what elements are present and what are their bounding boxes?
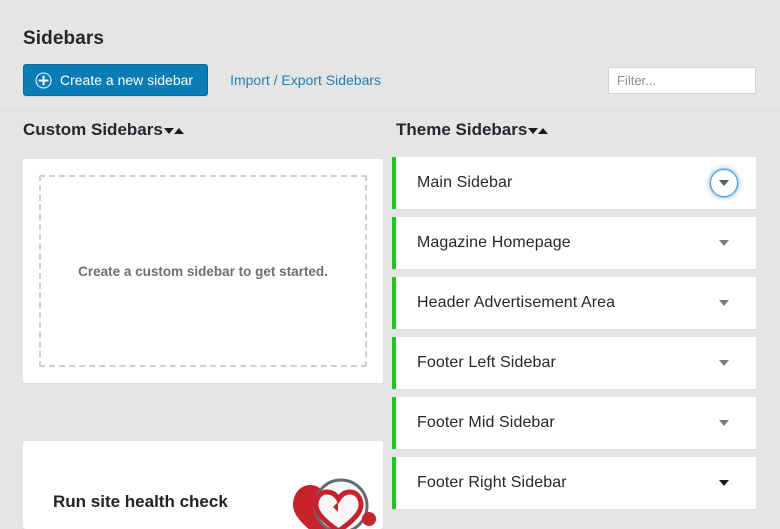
theme-sidebar-row[interactable]: Main Sidebar [392,157,756,209]
site-health-card[interactable]: Run site health check [23,441,383,529]
triangle-up-icon [173,128,184,134]
theme-sidebar-row[interactable]: Header Advertisement Area [392,277,756,329]
page-title: Sidebars [23,28,105,49]
theme-sidebar-row-label: Footer Right Sidebar [417,474,567,491]
create-new-sidebar-button[interactable]: Create a new sidebar [23,64,209,96]
theme-sidebar-row[interactable]: Footer Right Sidebar [392,457,756,509]
theme-sidebar-row-label: Header Advertisement Area [417,294,616,311]
theme-sidebar-row-label: Footer Left Sidebar [417,354,556,371]
import-export-sidebars-link[interactable]: Import / Export Sidebars [230,72,381,88]
custom-sidebar-dropzone[interactable]: Create a custom sidebar to get started. [39,175,367,367]
theme-sidebar-row-label: Magazine Homepage [417,234,571,251]
custom-sidebars-sort-control[interactable] [163,128,184,134]
theme-sidebar-row-label: Footer Mid Sidebar [417,414,555,431]
chevron-down-icon[interactable] [710,289,738,317]
custom-sidebar-empty-message: Create a custom sidebar to get started. [78,263,328,279]
chevron-down-icon[interactable] [710,409,738,437]
caret-glyph [719,360,729,366]
header-divider [0,110,780,111]
filter-input[interactable] [608,67,756,94]
custom-sidebars-heading-label: Custom Sidebars [23,120,163,139]
custom-sidebars-panel: Create a custom sidebar to get started. [23,159,383,383]
theme-sidebar-row[interactable]: Footer Mid Sidebar [392,397,756,449]
create-new-sidebar-label: Create a new sidebar [60,72,194,88]
triangle-up-icon [538,128,549,134]
site-health-heart-icon [287,475,383,529]
chevron-down-icon[interactable] [710,469,738,497]
chevron-down-icon[interactable] [710,169,738,197]
caret-glyph [719,240,729,246]
caret-glyph [719,300,729,306]
custom-sidebars-heading: Custom Sidebars [0,118,384,142]
toolbar: Create a new sidebar Import / Export Sid… [23,64,381,96]
theme-sidebar-row[interactable]: Footer Left Sidebar [392,337,756,389]
custom-sidebars-column: Custom Sidebars Create a custom sidebar … [0,118,384,529]
theme-sidebars-sort-control[interactable] [528,128,549,134]
triangle-down-icon [528,128,539,134]
theme-sidebar-row[interactable]: Magazine Homepage [392,217,756,269]
caret-glyph [719,420,729,426]
chevron-down-icon[interactable] [710,349,738,377]
triangle-down-icon [163,128,174,134]
caret-glyph [719,480,729,486]
theme-sidebars-heading-label: Theme Sidebars [396,120,528,139]
caret-glyph [719,180,729,186]
filter-field-wrapper [608,67,756,94]
theme-sidebars-heading: Theme Sidebars [384,118,780,142]
sidebars-admin-page: Sidebars Create a new sidebar Import / E… [0,0,780,529]
theme-sidebar-row-label: Main Sidebar [417,174,513,191]
theme-sidebars-column: Theme Sidebars Main Sidebar Magazine Home… [384,118,780,517]
chevron-down-icon[interactable] [710,229,738,257]
plus-circle-icon [35,72,52,89]
theme-sidebars-list: Main Sidebar Magazine Homepage Header Adve… [384,157,780,509]
site-health-title: Run site health check [53,492,228,511]
